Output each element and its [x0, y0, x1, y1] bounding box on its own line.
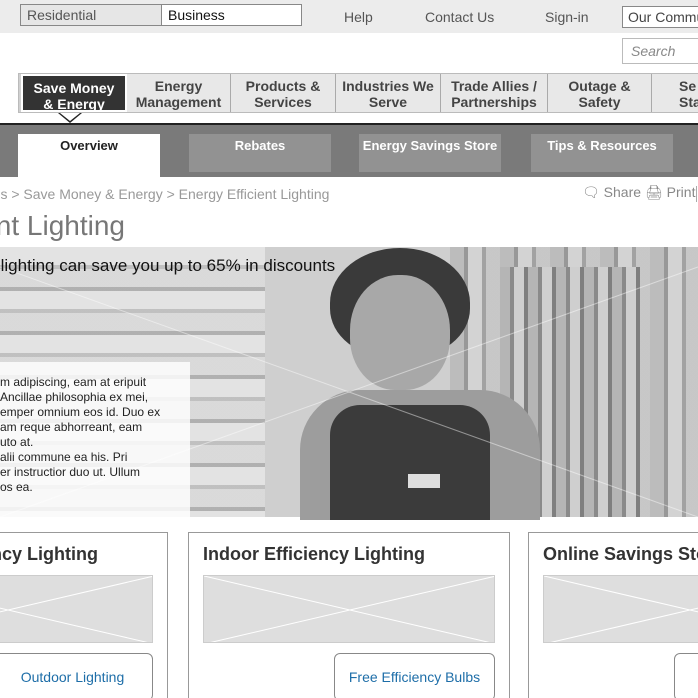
- free-efficiency-bulbs-button[interactable]: Free Efficiency Bulbs: [334, 653, 495, 698]
- speech-bubble-icon: 🗨: [582, 184, 600, 200]
- sign-in-link[interactable]: Sign-in: [545, 9, 589, 25]
- placeholder-cross-lines: [544, 576, 698, 642]
- card-title: Online Savings Store: [543, 544, 698, 564]
- card-online-savings-store: Online Savings Store O: [528, 532, 698, 698]
- nav-energy-management[interactable]: Energy Management: [127, 74, 231, 112]
- nav-label-line2: Management: [135, 94, 222, 110]
- online-store-button[interactable]: O: [674, 653, 698, 698]
- nav-label-line1: Outage &: [568, 78, 631, 94]
- tab-rebates[interactable]: Rebates: [189, 134, 331, 172]
- nav-industries-we-serve[interactable]: Industries We Serve: [336, 74, 441, 112]
- page-title: cient Lighting: [0, 210, 126, 241]
- hero-paragraph-line: os ea.: [0, 480, 33, 494]
- nav-label-line2: Services: [254, 94, 312, 110]
- hero-paragraph-line: m adipiscing, eam at eripuit: [0, 375, 147, 389]
- share-label: Share: [603, 184, 642, 200]
- main-nav: Save Money & Energy Energy Management Pr…: [18, 73, 698, 113]
- print-button[interactable]: 🖨 Print: [645, 184, 695, 201]
- card-image-placeholder: [0, 575, 153, 643]
- print-label: Print: [666, 184, 696, 200]
- placeholder-cross-lines: [0, 576, 152, 642]
- active-nav-indicator-inner: [60, 113, 80, 121]
- card-image-placeholder: [543, 575, 698, 643]
- nav-partial-item[interactable]: Se Star: [652, 74, 698, 112]
- nav-products-services[interactable]: Products & Services: [231, 74, 336, 112]
- utility-divider: [696, 186, 697, 202]
- nav-label-line2: Serve: [368, 94, 408, 110]
- hero-paragraph-line: er instructior duo ut. Ullum: [0, 465, 141, 479]
- nav-label-line1: Se: [679, 78, 697, 94]
- breadcrumb[interactable]: usiness > Save Money & Energy > Energy E…: [0, 186, 329, 202]
- page: Residential Business Help Contact Us Sig…: [0, 0, 698, 698]
- card-title: Outdoor Efficiency Lighting: [0, 544, 98, 564]
- hero-paragraph-line: alii commune ea his. Pri: [0, 450, 128, 464]
- help-link[interactable]: Help: [344, 9, 373, 25]
- nav-label-line1: Energy: [154, 78, 203, 94]
- nav-label-line2: & Energy: [43, 96, 105, 112]
- tab-overview[interactable]: Overview: [18, 134, 160, 177]
- hero-paragraph-line: emper omnium eos id. Duo ex: [0, 405, 161, 419]
- share-button[interactable]: 🗨 Share: [582, 184, 641, 201]
- card-outdoor-lighting: Outdoor Efficiency Lighting Outdoor Ligh…: [0, 532, 168, 698]
- sub-nav: Overview Rebates Energy Savings Store Ti…: [0, 125, 698, 177]
- nav-label-line2: Partnerships: [451, 94, 537, 110]
- residential-toggle[interactable]: Residential: [20, 4, 162, 26]
- card-indoor-lighting: Indoor Efficiency Lighting Free Efficien…: [188, 532, 510, 698]
- card-image-placeholder: [203, 575, 495, 643]
- hero-paragraph-line: am reque abhorreant, eam: [0, 420, 143, 434]
- hero-paragraph: m adipiscing, eam at eripuit Ancillae ph…: [0, 375, 190, 495]
- search-input[interactable]: Search: [622, 38, 698, 64]
- nav-trade-allies-partnerships[interactable]: Trade Allies / Partnerships: [441, 74, 548, 112]
- card-title: Indoor Efficiency Lighting: [203, 544, 425, 564]
- community-button[interactable]: Our Commu: [622, 6, 698, 28]
- business-toggle[interactable]: Business: [161, 4, 302, 26]
- nav-label-line1: Industries We: [342, 78, 434, 94]
- hero-paragraph-line: Ancillae philosophia ex mei,: [0, 390, 149, 404]
- hero-headline: ency lighting can save you up to 65% in …: [0, 256, 336, 275]
- printer-icon: 🖨: [645, 184, 663, 200]
- top-utility-bar: Residential Business Help Contact Us Sig…: [0, 0, 698, 33]
- nav-label-line1: Save Money: [33, 80, 115, 96]
- nav-label-line1: Products &: [245, 78, 321, 94]
- outdoor-lighting-button[interactable]: Outdoor Lighting: [0, 653, 153, 698]
- placeholder-cross-lines: [204, 576, 494, 642]
- tab-tips-resources[interactable]: Tips & Resources: [531, 134, 673, 172]
- nav-save-money-energy[interactable]: Save Money & Energy: [21, 74, 127, 112]
- nav-label-line2: Safety: [578, 94, 621, 110]
- nav-outage-safety[interactable]: Outage & Safety: [548, 74, 652, 112]
- hero-paragraph-line: uto at.: [0, 435, 34, 449]
- tab-energy-savings-store[interactable]: Energy Savings Store: [359, 134, 501, 172]
- contact-us-link[interactable]: Contact Us: [425, 9, 494, 25]
- nav-label-line2: Star: [679, 94, 698, 110]
- nav-label-line1: Trade Allies /: [451, 78, 537, 94]
